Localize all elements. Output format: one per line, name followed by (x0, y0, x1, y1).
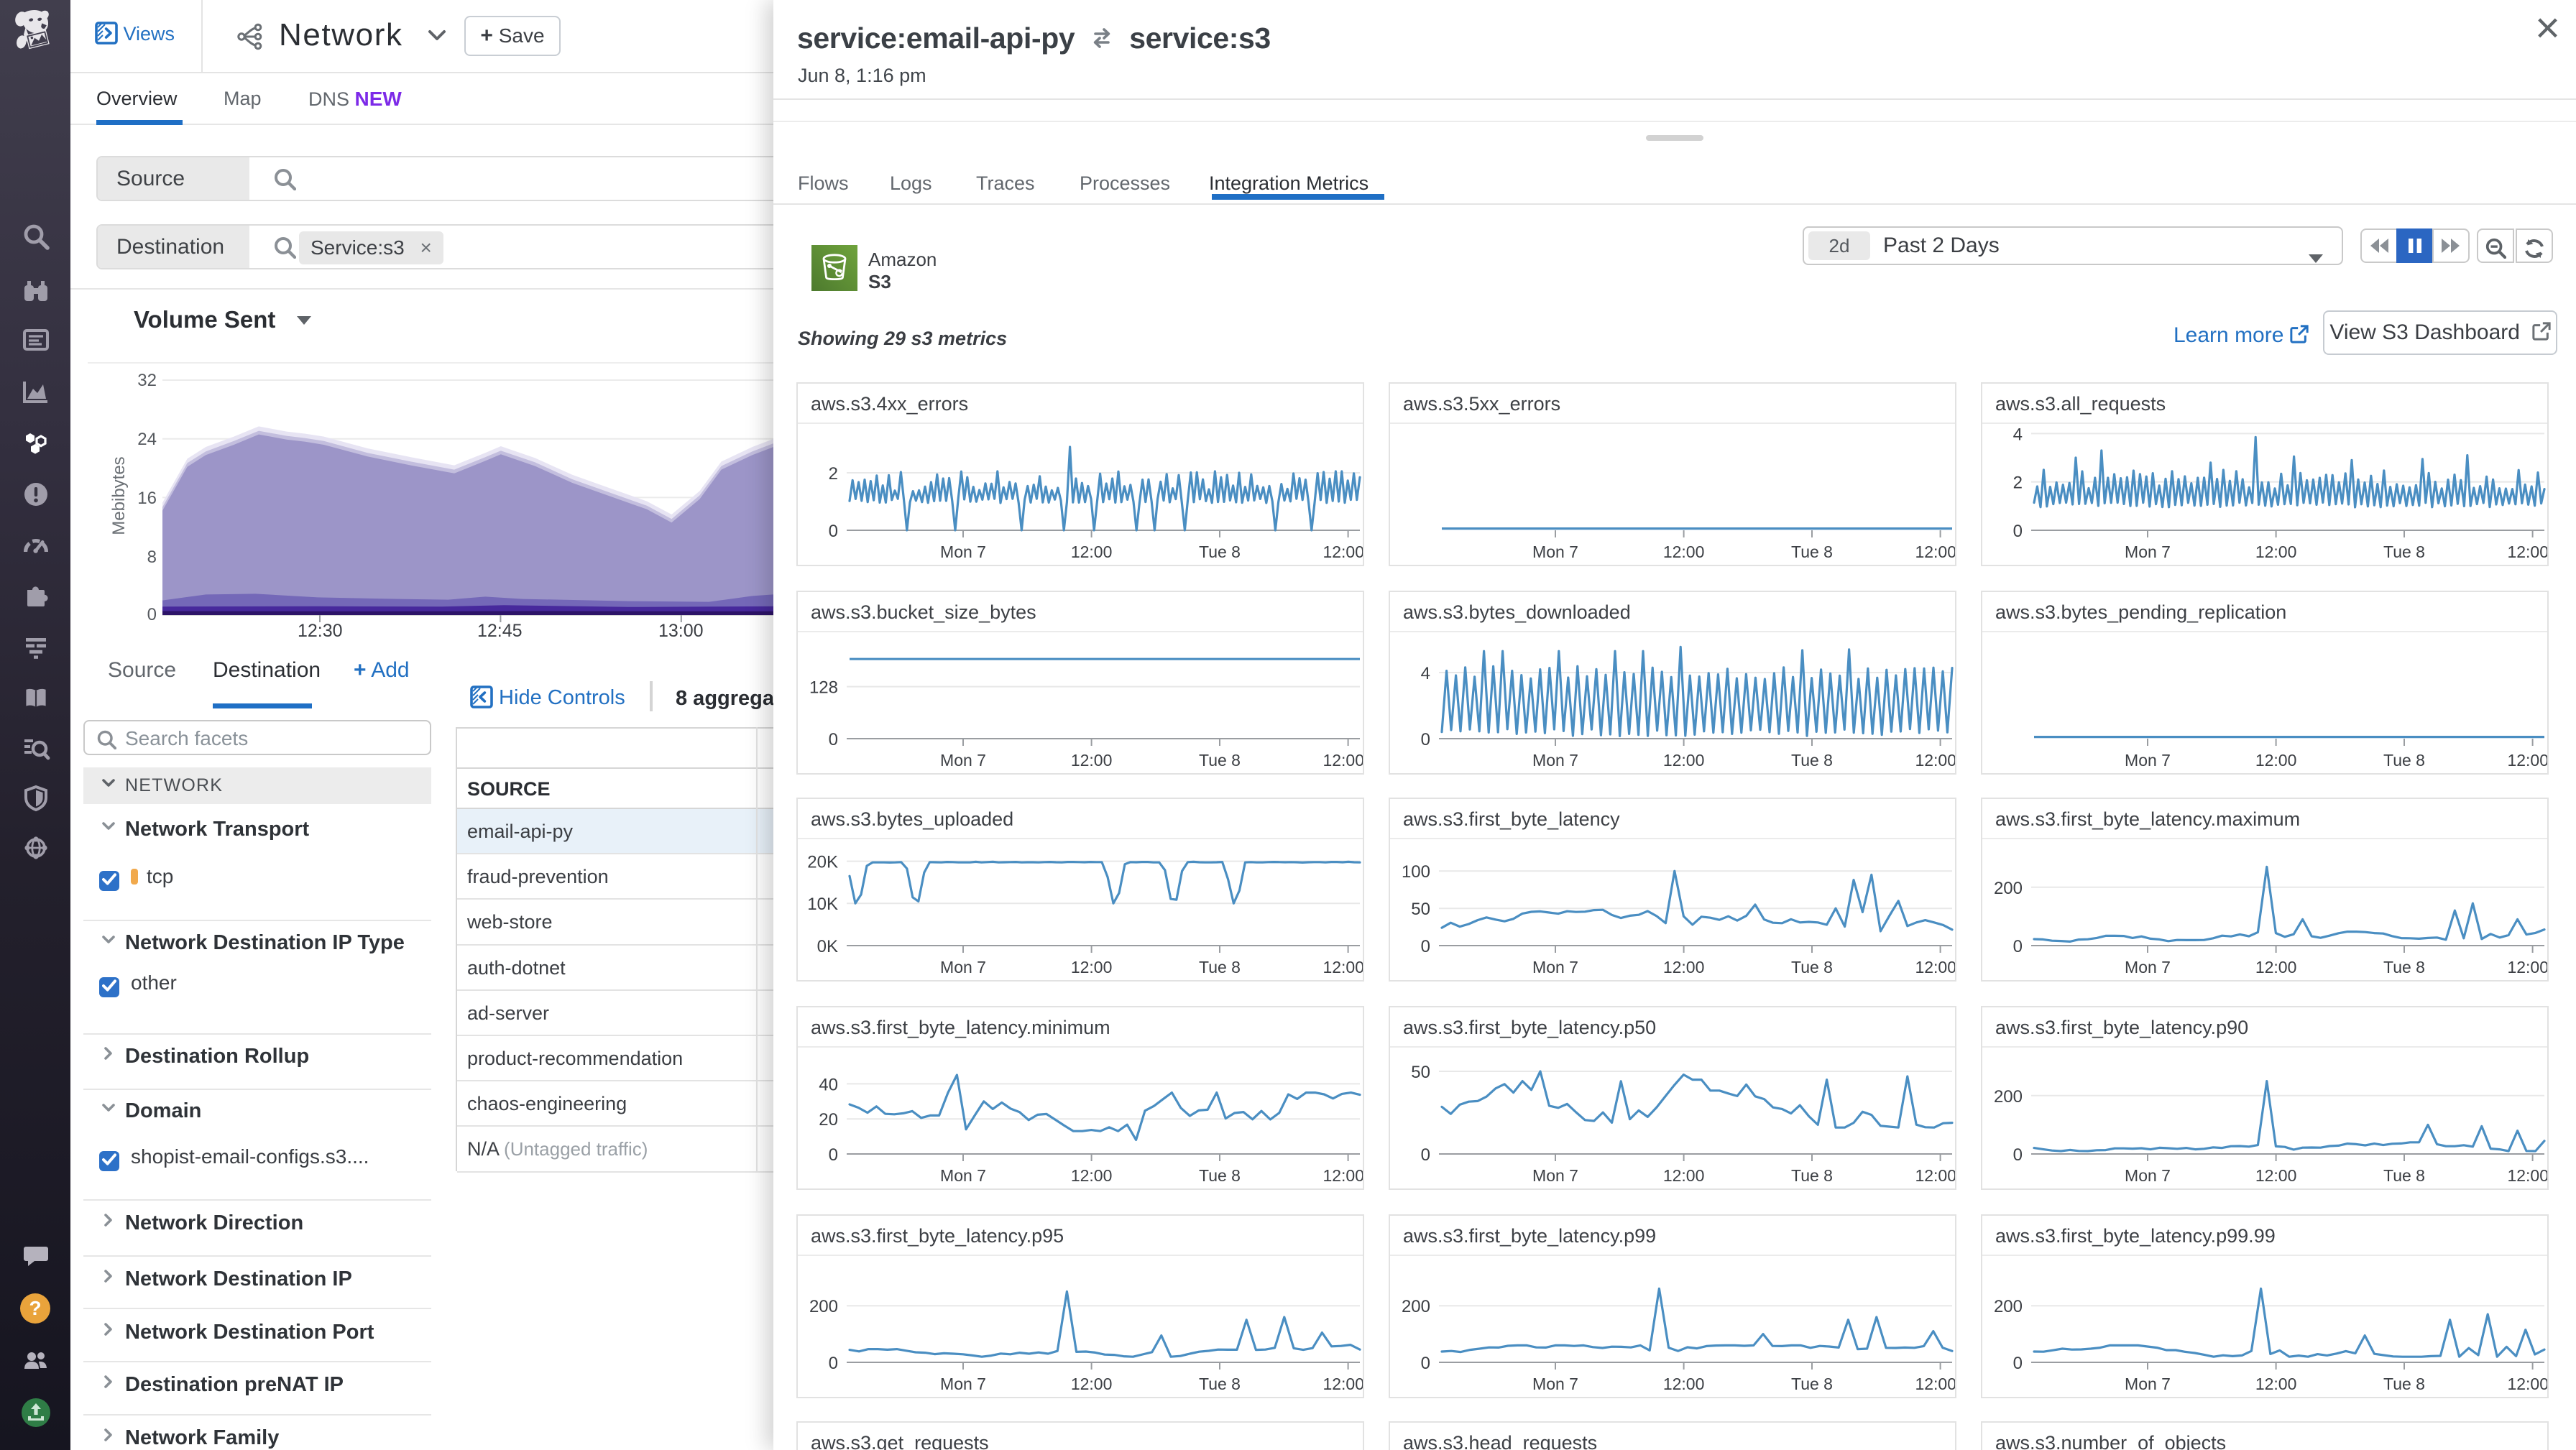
svg-text:128: 128 (809, 678, 838, 698)
svg-text:0: 0 (2013, 522, 2023, 541)
svg-text:50: 50 (1411, 1063, 1430, 1082)
svg-text:Tue 8: Tue 8 (1791, 1166, 1833, 1185)
svg-text:Mon 7: Mon 7 (2125, 542, 2171, 561)
svg-text:12:00: 12:00 (1915, 751, 1956, 770)
svg-text:0: 0 (829, 730, 838, 749)
svg-text:200: 200 (1994, 879, 2023, 898)
svg-text:0: 0 (2013, 1354, 2023, 1373)
svg-text:Mon 7: Mon 7 (1532, 542, 1578, 561)
svg-text:12:00: 12:00 (1071, 958, 1113, 976)
svg-text:200: 200 (1402, 1297, 1430, 1316)
svg-text:12:00: 12:00 (1322, 542, 1364, 561)
svg-text:Mon 7: Mon 7 (1532, 751, 1578, 770)
svg-text:200: 200 (1994, 1087, 2023, 1107)
svg-text:20: 20 (819, 1110, 838, 1130)
svg-text:100: 100 (1402, 862, 1430, 882)
svg-text:Tue 8: Tue 8 (1199, 542, 1241, 561)
svg-text:20K: 20K (807, 853, 838, 872)
svg-text:12:00: 12:00 (1071, 1375, 1113, 1393)
svg-text:12:00: 12:00 (1071, 542, 1113, 561)
svg-text:40: 40 (819, 1075, 838, 1094)
svg-text:Tue 8: Tue 8 (1791, 958, 1833, 976)
svg-text:12:00: 12:00 (1663, 751, 1705, 770)
svg-text:Tue 8: Tue 8 (2383, 1375, 2425, 1393)
svg-text:12:00: 12:00 (1071, 751, 1113, 770)
svg-text:4: 4 (2013, 425, 2023, 444)
svg-text:12:00: 12:00 (1915, 1166, 1956, 1185)
svg-text:Mon 7: Mon 7 (1532, 1166, 1578, 1185)
svg-text:Tue 8: Tue 8 (1199, 751, 1241, 770)
svg-text:50: 50 (1411, 900, 1430, 919)
svg-text:Mon 7: Mon 7 (940, 1166, 986, 1185)
svg-text:Tue 8: Tue 8 (1199, 1166, 1241, 1185)
svg-text:12:00: 12:00 (2507, 1375, 2549, 1393)
svg-text:Mon 7: Mon 7 (940, 1375, 986, 1393)
svg-text:12:00: 12:00 (2507, 751, 2549, 770)
svg-text:0: 0 (2013, 1145, 2023, 1165)
svg-text:Tue 8: Tue 8 (1791, 1375, 1833, 1393)
svg-text:0: 0 (829, 1145, 838, 1165)
svg-text:12:00: 12:00 (1663, 958, 1705, 976)
svg-text:Mon 7: Mon 7 (1532, 1375, 1578, 1393)
svg-text:12:00: 12:00 (2255, 1166, 2297, 1185)
svg-text:12:00: 12:00 (1322, 751, 1364, 770)
svg-text:Tue 8: Tue 8 (1199, 958, 1241, 976)
svg-text:12:00: 12:00 (1322, 1375, 1364, 1393)
svg-text:Tue 8: Tue 8 (1791, 542, 1833, 561)
svg-text:12:00: 12:00 (2507, 958, 2549, 976)
svg-text:0: 0 (1421, 1145, 1430, 1165)
svg-text:Mon 7: Mon 7 (2125, 1375, 2171, 1393)
svg-text:Mon 7: Mon 7 (2125, 958, 2171, 976)
svg-text:Mon 7: Mon 7 (1532, 958, 1578, 976)
svg-text:12:00: 12:00 (1071, 1166, 1113, 1185)
svg-text:200: 200 (1994, 1297, 2023, 1316)
svg-text:0: 0 (2013, 937, 2023, 956)
svg-text:Tue 8: Tue 8 (1791, 751, 1833, 770)
svg-text:12:00: 12:00 (2507, 1166, 2549, 1185)
svg-text:12:00: 12:00 (1663, 1375, 1705, 1393)
svg-text:4: 4 (1421, 664, 1430, 683)
svg-text:Mon 7: Mon 7 (940, 958, 986, 976)
svg-text:12:00: 12:00 (2255, 1375, 2297, 1393)
svg-text:12:00: 12:00 (1663, 1166, 1705, 1185)
svg-text:12:00: 12:00 (2255, 542, 2297, 561)
svg-text:Tue 8: Tue 8 (2383, 751, 2425, 770)
svg-text:12:00: 12:00 (1915, 958, 1956, 976)
svg-text:0K: 0K (817, 937, 838, 956)
svg-text:0: 0 (1421, 1354, 1430, 1373)
svg-text:Mon 7: Mon 7 (2125, 751, 2171, 770)
svg-text:0: 0 (829, 1354, 838, 1373)
svg-text:12:00: 12:00 (2255, 751, 2297, 770)
svg-text:Tue 8: Tue 8 (1199, 1375, 1241, 1393)
svg-text:2: 2 (829, 464, 838, 484)
svg-text:10K: 10K (807, 895, 838, 914)
svg-text:12:00: 12:00 (1322, 958, 1364, 976)
svg-text:Tue 8: Tue 8 (2383, 958, 2425, 976)
svg-text:12:00: 12:00 (1915, 1375, 1956, 1393)
svg-text:Mon 7: Mon 7 (940, 542, 986, 561)
svg-text:Tue 8: Tue 8 (2383, 542, 2425, 561)
svg-text:Tue 8: Tue 8 (2383, 1166, 2425, 1185)
svg-text:0: 0 (829, 522, 838, 541)
svg-text:12:00: 12:00 (2255, 958, 2297, 976)
svg-text:12:00: 12:00 (1915, 542, 1956, 561)
svg-text:0: 0 (1421, 730, 1430, 749)
svg-text:200: 200 (809, 1297, 838, 1316)
svg-text:Mon 7: Mon 7 (940, 751, 986, 770)
svg-text:12:00: 12:00 (1663, 542, 1705, 561)
svg-text:12:00: 12:00 (1322, 1166, 1364, 1185)
svg-text:2: 2 (2013, 474, 2023, 493)
svg-text:0: 0 (1421, 937, 1430, 956)
svg-text:12:00: 12:00 (2507, 542, 2549, 561)
svg-text:Mon 7: Mon 7 (2125, 1166, 2171, 1185)
